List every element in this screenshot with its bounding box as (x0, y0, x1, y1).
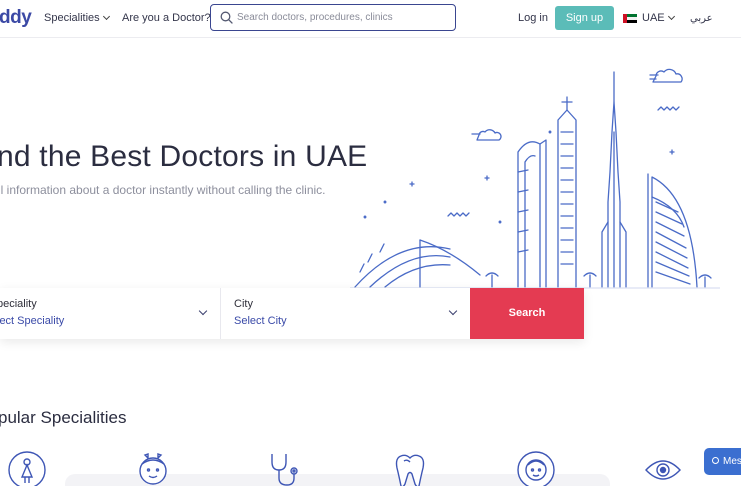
specialities-menu-label: Specialities (44, 12, 100, 24)
gynecology-icon[interactable] (7, 450, 47, 486)
chevron-down-icon (198, 306, 208, 316)
speciality-value: lect Speciality (0, 315, 65, 327)
dermatology-icon[interactable] (516, 450, 556, 486)
specialities-menu[interactable]: Specialities (44, 12, 110, 24)
uae-flag-icon (623, 13, 637, 23)
country-label: UAE (642, 12, 665, 24)
hero-title: nd the Best Doctors in UAE (0, 140, 368, 173)
hero-subtitle: ll information about a doctor instantly … (0, 183, 326, 197)
chat-label: Mes (723, 456, 741, 467)
language-switch[interactable]: عربي (690, 13, 713, 24)
city-select[interactable]: City Select City (222, 288, 470, 339)
chevron-down-icon (102, 12, 110, 21)
speciality-select[interactable]: peciality lect Speciality (0, 288, 221, 339)
city-label: City (234, 298, 253, 310)
pediatrics-icon[interactable] (133, 450, 173, 486)
signup-button[interactable]: Sign up (555, 6, 614, 30)
search-input[interactable] (237, 9, 447, 26)
general-physician-icon[interactable] (262, 450, 302, 486)
city-value: Select City (234, 315, 287, 327)
chat-widget-button[interactable]: Mes (704, 448, 741, 475)
chat-icon (712, 457, 719, 464)
popular-specialities-heading: pular Specialities (0, 408, 127, 427)
search-button[interactable]: Search (470, 288, 584, 339)
are-you-a-doctor-link[interactable]: Are you a Doctor? (122, 12, 211, 24)
login-link[interactable]: Log in (518, 12, 548, 24)
dubai-skyline-illustration (350, 68, 720, 289)
chevron-down-icon (667, 12, 675, 21)
chevron-down-icon (448, 306, 458, 316)
country-selector[interactable]: UAE (623, 12, 675, 24)
logo[interactable]: ddy (0, 7, 32, 29)
doctor-search-panel: peciality lect Speciality City Select Ci… (0, 288, 584, 339)
speciality-label: peciality (0, 298, 37, 310)
dentist-icon[interactable] (390, 450, 430, 486)
ophthalmology-icon[interactable] (643, 450, 683, 486)
search-bar[interactable] (210, 4, 456, 31)
search-icon (220, 11, 233, 24)
top-header: ddy Specialities Are you a Doctor? Log i… (0, 0, 741, 38)
